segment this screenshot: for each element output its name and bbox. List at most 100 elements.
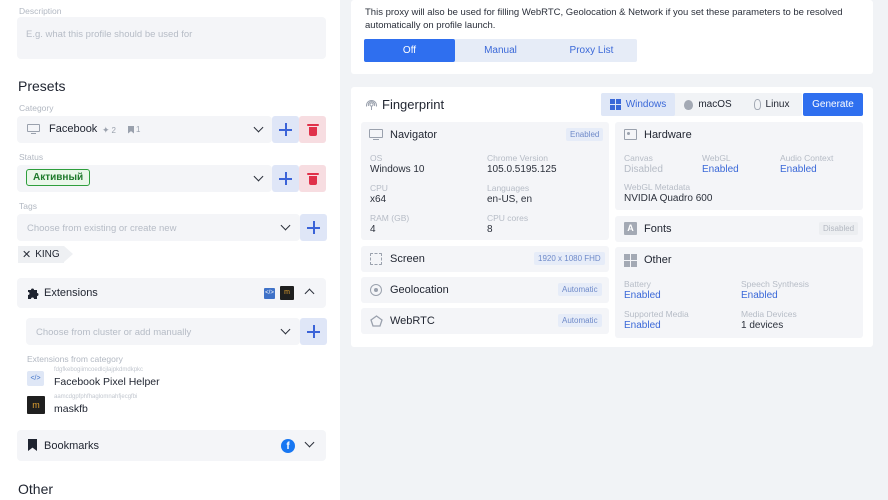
- chevron-down-icon[interactable]: [304, 437, 315, 448]
- navigator-status: Enabled: [566, 128, 604, 141]
- proxy-note: This proxy will also be used for filling…: [365, 7, 843, 31]
- trash-icon: [306, 172, 319, 185]
- geolocation-panel[interactable]: Geolocation Automatic: [361, 277, 609, 303]
- bookmark-count: 1: [128, 125, 140, 134]
- extensions-select[interactable]: Choose from cluster or add manually: [26, 318, 300, 345]
- description-label: Description: [19, 6, 62, 16]
- windows-icon: [609, 99, 621, 110]
- nav-cores-key: CPU cores: [487, 213, 529, 223]
- extension-name: maskfb: [54, 403, 88, 415]
- extension-item[interactable]: </> fdgfkebogiimcoedlcjlajpkdmdkpkc Face…: [27, 367, 317, 389]
- code-icon: </>: [27, 371, 44, 386]
- battery-key: Battery: [624, 279, 651, 289]
- status-label: Status: [19, 152, 44, 162]
- geolocation-mode: Automatic: [558, 283, 602, 296]
- maskfb-icon: m: [27, 396, 45, 414]
- pin-count: ✦ 2: [102, 125, 116, 135]
- chevron-down-icon[interactable]: [280, 324, 291, 335]
- extension-id: aamcdgpfphfhaglomnahfjecgfbi: [54, 394, 138, 400]
- nav-ram-value: 4: [370, 224, 376, 235]
- bookmark-icon: [128, 125, 134, 134]
- canvas-value: Disabled: [624, 164, 663, 175]
- webgl-value: Enabled: [702, 164, 739, 175]
- code-icon: </>: [264, 288, 275, 299]
- extensions-from-category-label: Extensions from category: [27, 354, 123, 364]
- chevron-down-icon[interactable]: [280, 220, 291, 231]
- hardware-panel[interactable]: Hardware Canvas Disabled WebGL Enabled A…: [615, 122, 863, 210]
- webgl-meta-value: NVIDIA Quadro 600: [624, 193, 713, 204]
- category-label: Category: [19, 103, 54, 113]
- description-field[interactable]: E.g. what this profile should be used fo…: [17, 17, 326, 59]
- bookmarks-header[interactable]: Bookmarks f: [17, 430, 326, 461]
- webgl-meta-key: WebGL Metadata: [624, 182, 691, 192]
- fingerprint-icon: [365, 98, 378, 111]
- chevron-up-icon[interactable]: [304, 288, 315, 299]
- proxy-mode-toggle: Off Manual Proxy List: [364, 39, 637, 62]
- screen-panel[interactable]: Screen 1920 x 1080 FHD: [361, 246, 609, 272]
- fonts-title: Fonts: [644, 223, 672, 235]
- nav-lang-value: en-US, en: [487, 194, 533, 205]
- canvas-key: Canvas: [624, 153, 653, 163]
- tags-select[interactable]: Choose from existing or create new: [17, 214, 300, 241]
- category-value: Facebook: [49, 123, 98, 135]
- tab-windows[interactable]: Windows: [601, 93, 675, 116]
- trash-icon: [306, 123, 319, 136]
- right-panel: This proxy will also be used for filling…: [340, 0, 888, 500]
- webgl-key: WebGL: [702, 153, 731, 163]
- speech-key: Speech Synthesis: [741, 279, 810, 289]
- add-tag-button[interactable]: [300, 214, 327, 241]
- nav-chrome-key: Chrome Version: [487, 153, 548, 163]
- add-status-button[interactable]: [272, 165, 299, 192]
- grid-icon: [624, 254, 637, 267]
- generate-button[interactable]: Generate: [803, 93, 863, 116]
- webrtc-mode: Automatic: [558, 314, 602, 327]
- category-select[interactable]: Facebook ✦ 2 1: [17, 116, 272, 143]
- tab-macos[interactable]: macOS: [675, 93, 741, 116]
- remove-tag-icon[interactable]: ✕: [22, 248, 31, 261]
- location-icon: [370, 284, 382, 296]
- battery-value: Enabled: [624, 290, 661, 301]
- apple-icon: [684, 99, 694, 110]
- description-placeholder: E.g. what this profile should be used fo…: [26, 29, 193, 40]
- webrtc-panel[interactable]: WebRTC Automatic: [361, 308, 609, 334]
- other-title: Other: [644, 254, 672, 266]
- extensions-placeholder: Choose from cluster or add manually: [36, 327, 192, 338]
- nav-ram-key: RAM (GB): [370, 213, 410, 223]
- media-value: Enabled: [624, 320, 661, 331]
- add-category-button[interactable]: [272, 116, 299, 143]
- navigator-panel[interactable]: Navigator Enabled OS Windows 10 Chrome V…: [361, 122, 609, 240]
- monitor-icon: [369, 129, 383, 141]
- add-extension-button[interactable]: [300, 318, 327, 345]
- extension-item[interactable]: m aamcdgpfphfhaglomnahfjecgfbi maskfb: [27, 393, 317, 417]
- chevron-down-icon[interactable]: [253, 171, 264, 182]
- tags-placeholder: Choose from existing or create new: [27, 223, 177, 234]
- media-key: Supported Media: [624, 309, 689, 319]
- proxy-mode-list[interactable]: Proxy List: [546, 39, 637, 62]
- proxy-mode-off[interactable]: Off: [364, 39, 455, 62]
- nav-cpu-value: x64: [370, 194, 387, 205]
- chevron-down-icon[interactable]: [253, 122, 264, 133]
- webrtc-title: WebRTC: [390, 315, 435, 327]
- proxy-mode-manual[interactable]: Manual: [455, 39, 546, 62]
- nav-os-key: OS: [370, 153, 383, 163]
- font-icon: A: [624, 222, 637, 235]
- proxy-card: This proxy will also be used for filling…: [351, 0, 873, 74]
- screen-icon: [370, 253, 382, 265]
- audio-key: Audio Context: [780, 153, 834, 163]
- speech-value: Enabled: [741, 290, 778, 301]
- tab-linux[interactable]: Linux: [741, 93, 802, 116]
- other-panel[interactable]: Other Battery Enabled Speech Synthesis E…: [615, 247, 863, 338]
- nav-cores-value: 8: [487, 224, 493, 235]
- delete-category-button[interactable]: [299, 116, 326, 143]
- pin-icon: ✦: [102, 125, 110, 135]
- nav-os-value: Windows 10: [370, 164, 425, 175]
- status-select[interactable]: Активный: [17, 165, 272, 192]
- maskfb-icon: m: [280, 286, 294, 300]
- puzzle-icon: [27, 286, 40, 299]
- fonts-panel[interactable]: A Fonts Disabled: [615, 216, 863, 242]
- extensions-title: Extensions: [44, 287, 98, 299]
- tag-chip: ✕ KING: [18, 246, 73, 263]
- audio-value: Enabled: [780, 164, 817, 175]
- delete-status-button[interactable]: [299, 165, 326, 192]
- extensions-header[interactable]: Extensions </> m: [17, 278, 326, 308]
